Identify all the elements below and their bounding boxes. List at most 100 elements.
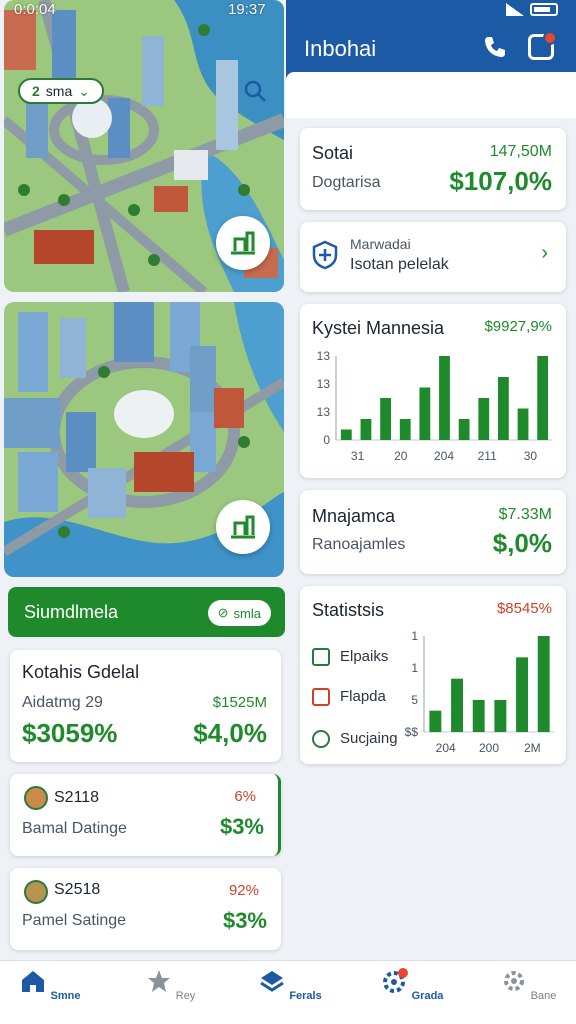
bar [399,419,411,440]
nav-label: Ferals [289,990,322,1002]
city-map-bottom[interactable] [4,302,284,577]
city-map-top[interactable] [4,0,284,292]
left-total-card[interactable]: Kotahis Gdelal Aidatmg 29 $1525M $3059% … [10,650,281,762]
bar [516,657,528,732]
nav-item-home[interactable]: Smne [10,967,90,1002]
y-tick-label: $$ [405,725,419,739]
layers-icon [260,971,285,992]
user2-name: S2518 [54,881,101,898]
bar [340,429,352,440]
bar [439,356,450,440]
header-toolbar [286,72,576,118]
user1-value: $3% [219,814,264,839]
management-title: Mnajamca [312,506,396,526]
banner-pill-label: smla [233,605,261,621]
left-total-big-left: $3059% [22,718,118,748]
y-tick-label: 13 [317,349,331,363]
statistics-value: $8545% [496,600,552,617]
home-icon [22,971,45,992]
x-tick-label: 211 [478,449,497,463]
user-card-2[interactable]: S2518 Pamel Satinge 92% $3% [10,868,281,950]
avatar [24,786,48,810]
left-total-title: Kotahis Gdelal [22,662,140,682]
chart-card-1[interactable]: Kystei Mannesia $9927,9% 0 13 13 13 31 20 204 2… [300,304,566,478]
bar [360,419,372,440]
status-icons [506,3,558,16]
section-banner[interactable]: Siumdlmela ⊘ smla [8,587,285,637]
building-badge-icon[interactable] [216,216,270,270]
bar [458,419,470,440]
nav-item-grada[interactable]: Grada [372,967,452,1002]
gear-icon [382,968,408,993]
bar [494,700,507,732]
bar-chart-1: 0 13 13 13 31 20 204 211 30 [317,349,552,463]
bar [537,356,549,440]
x-tick-label: 20 [394,449,408,463]
y-tick-label: 13 [317,377,331,391]
star-icon [147,970,170,992]
list-icon [312,648,330,667]
y-tick-label: 1 [411,629,418,643]
nav-item-ferals[interactable]: Ferals [250,967,330,1002]
y-tick-label: 1 [411,661,418,675]
bar-chart-2: $$ 5 1 1 204 200 2M [405,629,554,755]
bar [537,636,550,732]
chart1-value: $9927,9% [484,318,552,335]
nav-label: Grada [411,990,444,1002]
y-tick-label: 5 [411,693,418,707]
user-card-1[interactable]: S2118 Bamal Datinge 6% $3% [10,774,281,856]
app-title: Inbohai [304,36,377,61]
avatar [24,880,48,904]
statistics-card[interactable]: Statistsis $8545% Elpaiks Flapda Sucjain… [300,586,566,764]
signal-icon [506,3,524,16]
status-time: 19:37 [228,1,266,18]
stat-item-2[interactable]: Flapda [312,688,386,707]
search-icon[interactable] [242,78,268,104]
bar [517,408,529,440]
statistics-title: Statistsis [312,600,385,620]
user1-label: Bamal Datinge [22,820,127,837]
bar [380,398,391,440]
phone-icon[interactable] [482,34,508,60]
y-tick-label: 0 [323,433,330,447]
left-total-subtitle: Aidatmg 29 [22,694,103,711]
banner-label: Siumdlmela [24,602,119,622]
management-subtitle: Ranoajamles [312,536,406,553]
y-tick-label: 13 [317,405,331,419]
management-card[interactable]: Mnajamca Ranoajamles $7.33M $,0% [300,490,566,574]
total-card[interactable]: Sotai Dogtarisa 147,50M $107,0% [300,128,566,210]
shield-icon [312,240,338,270]
nav-label: Smne [50,990,81,1002]
bottom-nav: Smne Rey Ferals Grada Bane [0,960,576,1024]
building-badge-icon-2[interactable] [216,500,270,554]
x-tick-label: 204 [434,449,454,463]
settings-icon [503,971,524,991]
total-top-value: 147,50M [489,143,552,160]
x-tick-label: 200 [479,741,499,755]
status-bar: 0:0:04 19:37 [0,0,576,22]
notice-card[interactable]: Marwadai Isotan pelelak › [300,222,566,292]
stat-item-label: Sucjaing [340,730,398,747]
total-subtitle: Dogtarisa [312,174,381,191]
user2-pct: 92% [228,882,259,899]
left-total-big-right: $4,0% [193,718,267,748]
stat-item-3[interactable]: Sucjaing [312,730,398,749]
pill-label: sma [45,83,73,99]
chart1-title: Kystei Mannesia [312,318,445,338]
banner-pill[interactable]: ⊘ smla [207,600,271,626]
link-icon: ⊘ [217,605,229,620]
nav-item-bane[interactable]: Bane [488,967,568,1002]
nav-item-rey[interactable]: Rey [130,967,210,1002]
notification-icon[interactable] [528,31,557,60]
app-screen: 0:0:04 19:37 Inbohai 2 sma ⌄ Sotai Dogta… [0,0,576,1024]
battery-icon [530,3,558,16]
chevron-right-icon[interactable]: › [541,242,548,265]
user2-label: Pamel Satinge [22,912,127,929]
filter-pill[interactable]: 2 sma ⌄ [18,78,104,104]
nav-label: Rey [175,990,196,1002]
notice-title: Marwadai [350,236,411,252]
bar [472,700,485,732]
total-title: Sotai [312,143,354,163]
stat-item-1[interactable]: Elpaiks [312,648,388,667]
pill-count: 2 [32,83,40,99]
